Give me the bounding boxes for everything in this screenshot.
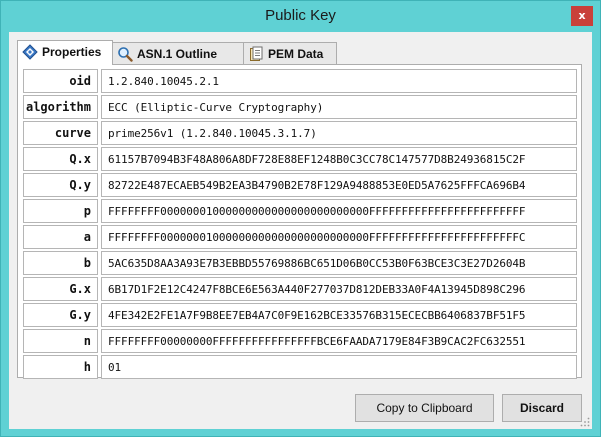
property-key: Q.y bbox=[23, 173, 98, 197]
property-key: b bbox=[23, 251, 98, 275]
tab-label: ASN.1 Outline bbox=[137, 47, 218, 61]
property-value[interactable]: 1.2.840.10045.2.1 bbox=[101, 69, 577, 93]
tab-pem-data[interactable]: PEM Data bbox=[243, 42, 337, 64]
property-key: p bbox=[23, 199, 98, 223]
property-row-b: b 5AC635D8AA3A93E7B3EBBD55769886BC651D06… bbox=[23, 251, 577, 275]
property-row-qx: Q.x 61157B7094B3F48A806A8DF728E88EF1248B… bbox=[23, 147, 577, 171]
property-row-p: p FFFFFFFF000000010000000000000000000000… bbox=[23, 199, 577, 223]
property-row-h: h 01 bbox=[23, 355, 577, 379]
close-button[interactable]: x bbox=[571, 6, 593, 26]
properties-panel: oid 1.2.840.10045.2.1 algorithm ECC (Ell… bbox=[17, 64, 582, 379]
property-value[interactable]: 01 bbox=[101, 355, 577, 379]
property-value[interactable]: FFFFFFFF00000000FFFFFFFFFFFFFFFFBCE6FAAD… bbox=[101, 329, 577, 353]
tab-properties[interactable]: Properties bbox=[17, 40, 113, 65]
property-value[interactable]: 4FE342E2FE1A7F9B8EE7EB4A7C0F9E162BCE3357… bbox=[101, 303, 577, 327]
property-value[interactable]: 6B17D1F2E12C4247F8BCE6E563A440F277037D81… bbox=[101, 277, 577, 301]
property-row-oid: oid 1.2.840.10045.2.1 bbox=[23, 69, 577, 93]
tab-label: PEM Data bbox=[268, 47, 324, 61]
dialog-body: Properties ASN.1 Outline PEM Data oid 1.… bbox=[9, 32, 592, 429]
property-key: algorithm bbox=[23, 95, 98, 119]
property-key: oid bbox=[23, 69, 98, 93]
property-row-algorithm: algorithm ECC (Elliptic-Curve Cryptograp… bbox=[23, 95, 577, 119]
property-value[interactable]: FFFFFFFF00000001000000000000000000000000… bbox=[101, 199, 577, 223]
document-icon bbox=[250, 46, 263, 61]
property-value[interactable]: 5AC635D8AA3A93E7B3EBBD55769886BC651D06B0… bbox=[101, 251, 577, 275]
property-row-gy: G.y 4FE342E2FE1A7F9B8EE7EB4A7C0F9E162BCE… bbox=[23, 303, 577, 327]
property-row-n: n FFFFFFFF00000000FFFFFFFFFFFFFFFFBCE6FA… bbox=[23, 329, 577, 353]
copy-to-clipboard-button[interactable]: Copy to Clipboard bbox=[355, 394, 494, 422]
properties-icon bbox=[22, 44, 38, 60]
property-key: Q.x bbox=[23, 147, 98, 171]
property-key: curve bbox=[23, 121, 98, 145]
discard-button[interactable]: Discard bbox=[502, 394, 582, 422]
property-key: n bbox=[23, 329, 98, 353]
window-title: Public Key bbox=[265, 7, 336, 24]
property-row-gx: G.x 6B17D1F2E12C4247F8BCE6E563A440F27703… bbox=[23, 277, 577, 301]
property-value[interactable]: FFFFFFFF00000001000000000000000000000000… bbox=[101, 225, 577, 249]
property-row-curve: curve prime256v1 (1.2.840.10045.3.1.7) bbox=[23, 121, 577, 145]
property-value[interactable]: 61157B7094B3F48A806A8DF728E88EF1248B0C3C… bbox=[101, 147, 577, 171]
tab-asn1-outline[interactable]: ASN.1 Outline bbox=[112, 42, 244, 64]
magnifier-icon bbox=[118, 47, 133, 62]
property-key: h bbox=[23, 355, 98, 379]
property-value[interactable]: ECC (Elliptic-Curve Cryptography) bbox=[101, 95, 577, 119]
title-bar[interactable]: Public Key x bbox=[1, 1, 600, 31]
property-row-qy: Q.y 82722E487ECAEB549B2EA3B4790B2E78F129… bbox=[23, 173, 577, 197]
resize-grip-icon[interactable] bbox=[580, 417, 590, 427]
tab-label: Properties bbox=[42, 45, 102, 59]
property-row-a: a FFFFFFFF000000010000000000000000000000… bbox=[23, 225, 577, 249]
public-key-dialog: Public Key x Properties ASN.1 Outline PE… bbox=[0, 0, 601, 437]
property-value[interactable]: 82722E487ECAEB549B2EA3B4790B2E78F129A948… bbox=[101, 173, 577, 197]
property-key: G.y bbox=[23, 303, 98, 327]
property-key: a bbox=[23, 225, 98, 249]
close-icon: x bbox=[578, 9, 586, 22]
property-value[interactable]: prime256v1 (1.2.840.10045.3.1.7) bbox=[101, 121, 577, 145]
property-key: G.x bbox=[23, 277, 98, 301]
